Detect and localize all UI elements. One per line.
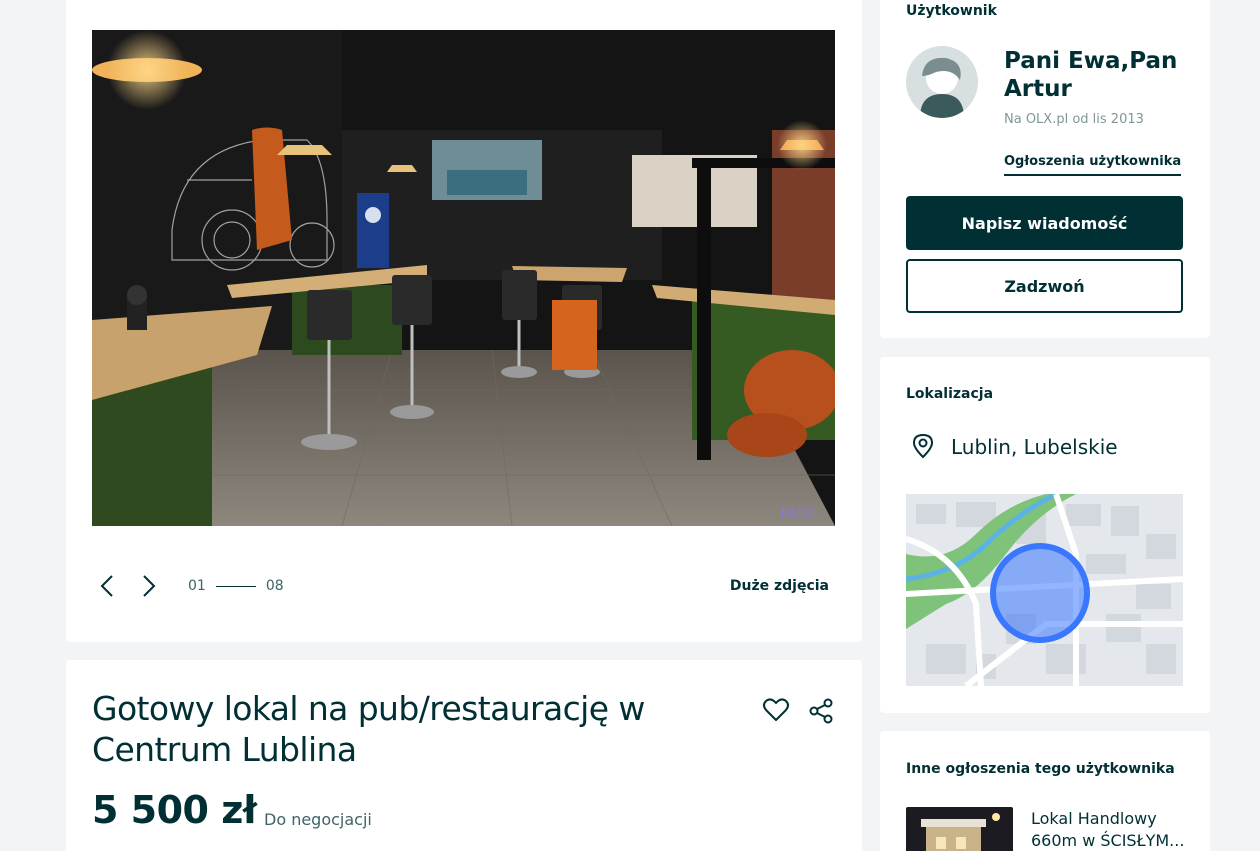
counter-total: 08 [265, 578, 284, 594]
location-card: Lokalizacja Lublin, Lubelskie [880, 357, 1210, 713]
location-pin-icon [910, 433, 936, 459]
member-since: Na OLX.pl od lis 2013 [1004, 112, 1144, 127]
call-button[interactable]: Zadzwoń [906, 259, 1183, 313]
counter-current: 01 [188, 578, 206, 594]
gallery-card: PACO 01 08 Duże zdjęcia [66, 0, 862, 642]
restaurant-photo [92, 30, 835, 526]
user-ads-link[interactable]: Ogłoszenia użytkownika [1004, 154, 1182, 176]
counter-divider [215, 585, 256, 587]
location-map[interactable] [906, 494, 1183, 686]
ad-title: Gotowy lokal na pub/restaurację w Centru… [92, 689, 645, 769]
location-section-label: Lokalizacja [906, 386, 994, 402]
other-ad-title[interactable]: Lokal Handlowy 660m w ŚCISŁYM... [1031, 808, 1191, 851]
photo-counter: 01 08 [188, 578, 284, 594]
photo-watermark: PACO [780, 506, 815, 520]
title-card: Gotowy lokal na pub/restaurację w Centru… [66, 660, 862, 851]
gallery-navigation: 01 08 Duże zdjęcia [92, 570, 835, 602]
price: 5 500 zł [92, 788, 257, 832]
other-ads-card: Inne ogłoszenia tego użytkownika Lokal H… [880, 731, 1210, 851]
other-ads-section-label: Inne ogłoszenia tego użytkownika [906, 761, 1175, 777]
user-section-label: Użytkownik [906, 3, 997, 19]
share-icon[interactable] [808, 698, 834, 724]
main-photo[interactable]: PACO [92, 30, 835, 526]
chevron-right-icon[interactable] [136, 572, 162, 600]
negotiable-label: Do negocjacji [264, 810, 372, 829]
other-ad-thumbnail[interactable] [906, 807, 1013, 851]
location-text: Lublin, Lubelskie [951, 435, 1118, 459]
user-name: Pani Ewa,Pan Artur [1004, 48, 1178, 102]
avatar-icon[interactable] [906, 46, 978, 118]
heart-icon[interactable] [762, 696, 790, 724]
user-card: Użytkownik Pani Ewa,Pan Artur Na OLX.pl … [880, 0, 1210, 338]
send-message-button[interactable]: Napisz wiadomość [906, 196, 1183, 250]
chevron-left-icon[interactable] [94, 572, 120, 600]
big-photos-link[interactable]: Duże zdjęcia [730, 578, 829, 594]
